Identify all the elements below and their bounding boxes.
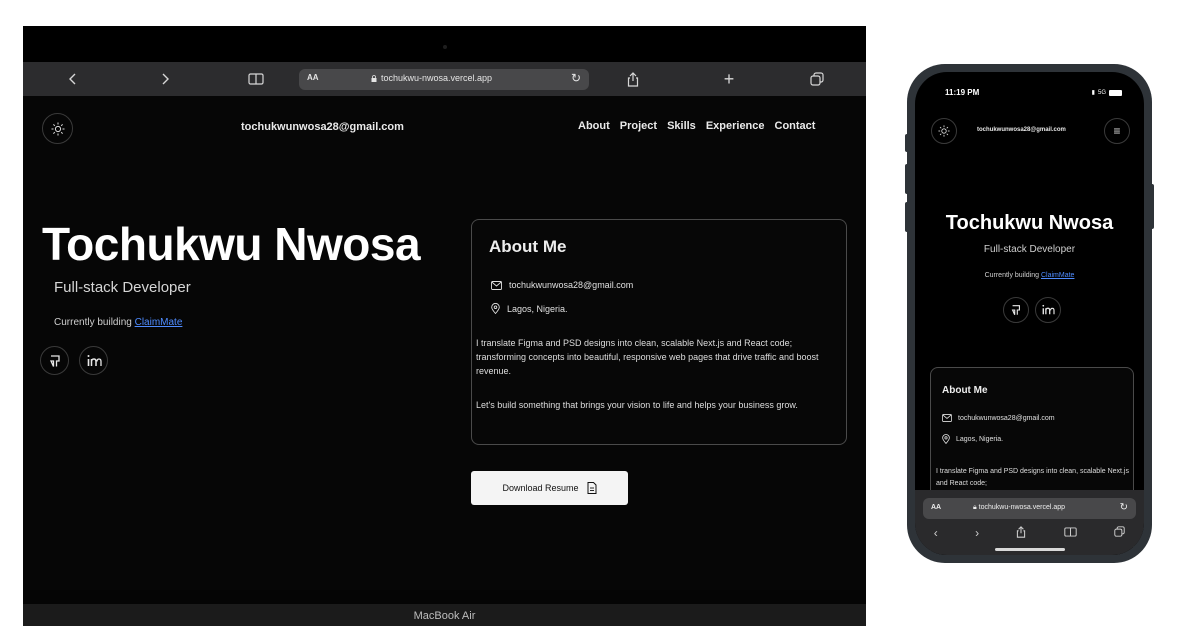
new-tab-icon[interactable]: + xyxy=(719,62,739,96)
linkedin-icon[interactable] xyxy=(1035,297,1061,323)
linkedin-icon[interactable] xyxy=(79,346,108,375)
mobile-claimmate-link[interactable]: ClaimMate xyxy=(1041,272,1074,279)
mobile-browser-nav: ‹ › xyxy=(915,526,1144,541)
status-indicators: ▮ 5G xyxy=(1092,89,1122,96)
phone-side-button xyxy=(905,134,909,152)
about-paragraph-1: I translate Figma and PSD designs into c… xyxy=(476,338,819,376)
nav-experience[interactable]: Experience xyxy=(706,120,765,132)
forward-icon[interactable] xyxy=(155,62,175,96)
hero-role: Full-stack Developer xyxy=(54,279,191,296)
lock-icon xyxy=(371,74,377,82)
reload-icon[interactable]: ↻ xyxy=(1120,502,1128,513)
main-nav: About Project Skills Experience Contact xyxy=(578,120,815,132)
phone-volume-down xyxy=(905,202,909,232)
hamburger-menu-icon[interactable]: ≡ xyxy=(1104,118,1130,144)
header-email-link[interactable]: tochukwunwosa28@gmail.com xyxy=(241,121,404,133)
reload-icon[interactable]: ↻ xyxy=(571,71,581,85)
tabs-overview-icon[interactable] xyxy=(1114,526,1125,541)
laptop-base: MacBook Air xyxy=(23,590,866,626)
mobile-url-display: 🔒︎ tochukwu-nwosa.vercel.app xyxy=(973,504,1065,512)
phone-screen: 11:19 PM ▮ 5G tochukwunwosa28@gmail.com … xyxy=(915,72,1144,555)
about-email: tochukwunwosa28@gmail.com xyxy=(509,280,634,290)
hero-name: Tochukwu Nwosa xyxy=(42,218,421,270)
network-label: 5G xyxy=(1097,89,1106,96)
building-prefix: Currently building xyxy=(54,317,135,328)
location-pin-icon xyxy=(942,434,950,444)
nav-project[interactable]: Project xyxy=(620,120,657,132)
mobile-hero-role: Full-stack Developer xyxy=(983,244,1076,255)
laptop-screen: tochukwunwosa28@gmail.com About Project … xyxy=(23,96,866,590)
url-text: tochukwu-nwosa.vercel.app xyxy=(381,73,493,83)
mail-icon xyxy=(942,414,952,422)
sun-icon xyxy=(938,125,950,137)
nav-about[interactable]: About xyxy=(578,120,610,132)
text-size-button[interactable]: AA xyxy=(307,73,319,82)
back-icon[interactable] xyxy=(63,62,83,96)
share-icon[interactable] xyxy=(623,62,643,96)
about-location: Lagos, Nigeria. xyxy=(507,303,568,314)
phone-power-button xyxy=(1150,184,1154,229)
battery-icon xyxy=(1109,89,1122,96)
about-paragraph-2: Let's build something that brings your v… xyxy=(476,400,798,410)
about-location-row: Lagos, Nigeria. xyxy=(491,303,568,314)
mobile-browser-bar: AA 🔒︎ tochukwu-nwosa.vercel.app ↻ ‹ › xyxy=(915,490,1144,555)
sun-icon xyxy=(51,122,64,135)
signal-icon: ▮ xyxy=(1091,90,1095,96)
laptop-mockup: AA tochukwu-nwosa.vercel.app ↻ + tochukw… xyxy=(23,26,866,626)
url-display: tochukwu-nwosa.vercel.app xyxy=(371,73,492,83)
mobile-hero-name: Tochukwu Nwosa xyxy=(945,212,1114,234)
location-pin-icon xyxy=(491,303,500,314)
document-icon xyxy=(587,482,597,494)
bookmarks-icon[interactable] xyxy=(1064,526,1077,541)
claimmate-link[interactable]: ClaimMate xyxy=(135,317,183,328)
laptop-model-label: MacBook Air xyxy=(413,610,476,622)
github-icon[interactable] xyxy=(1003,297,1029,323)
home-indicator[interactable] xyxy=(995,548,1065,551)
currently-building: Currently building ClaimMate xyxy=(54,317,182,328)
mobile-about-location-row: Lagos, Nigeria. xyxy=(942,434,1003,444)
mobile-about-location: Lagos, Nigeria. xyxy=(956,435,1004,443)
laptop-bezel xyxy=(23,26,866,62)
download-resume-button[interactable]: Download Resume xyxy=(471,471,628,505)
github-icon[interactable] xyxy=(40,346,69,375)
share-icon[interactable] xyxy=(1016,526,1026,541)
forward-icon[interactable]: › xyxy=(975,526,979,541)
mobile-theme-toggle[interactable] xyxy=(931,118,957,144)
about-title: About Me xyxy=(489,237,567,256)
laptop-camera xyxy=(443,45,447,49)
tabs-overview-icon[interactable] xyxy=(807,62,827,96)
social-links xyxy=(40,346,108,375)
mobile-about-title: About Me xyxy=(942,385,988,396)
mobile-text-size-button[interactable]: AA xyxy=(931,504,941,511)
status-time: 11:19 PM xyxy=(945,88,980,97)
download-resume-label: Download Resume xyxy=(502,483,579,493)
phone-volume-up xyxy=(905,164,909,194)
mobile-url-text: tochukwu-nwosa.vercel.app xyxy=(978,504,1066,511)
mobile-building-prefix: Currently building xyxy=(984,272,1041,279)
nav-contact[interactable]: Contact xyxy=(775,120,816,132)
bookmarks-icon[interactable] xyxy=(245,62,267,96)
about-email-row[interactable]: tochukwunwosa28@gmail.com xyxy=(491,280,633,290)
address-bar[interactable]: AA tochukwu-nwosa.vercel.app ↻ xyxy=(299,69,589,90)
nav-skills[interactable]: Skills xyxy=(667,120,696,132)
mobile-about-email-row[interactable]: tochukwunwosa28@gmail.com xyxy=(942,414,1055,422)
mobile-social-links xyxy=(1003,297,1061,323)
mobile-currently-building: Currently building ClaimMate xyxy=(915,272,1144,279)
mobile-address-bar[interactable]: AA 🔒︎ tochukwu-nwosa.vercel.app ↻ xyxy=(923,498,1136,519)
back-icon[interactable]: ‹ xyxy=(934,526,938,541)
phone-mockup: 11:19 PM ▮ 5G tochukwunwosa28@gmail.com … xyxy=(905,64,1154,563)
phone-notch xyxy=(985,72,1075,94)
mobile-about-paragraph: I translate Figma and PSD designs into c… xyxy=(936,468,1129,487)
mobile-header-email[interactable]: tochukwunwosa28@gmail.com xyxy=(977,127,1066,133)
laptop-hinge xyxy=(23,590,866,604)
browser-toolbar: AA tochukwu-nwosa.vercel.app ↻ + xyxy=(23,62,866,96)
mail-icon xyxy=(491,280,502,290)
about-card: About Me tochukwunwosa28@gmail.com Lagos… xyxy=(471,219,847,445)
mobile-about-email: tochukwunwosa28@gmail.com xyxy=(958,414,1055,422)
theme-toggle-button[interactable] xyxy=(42,113,73,144)
